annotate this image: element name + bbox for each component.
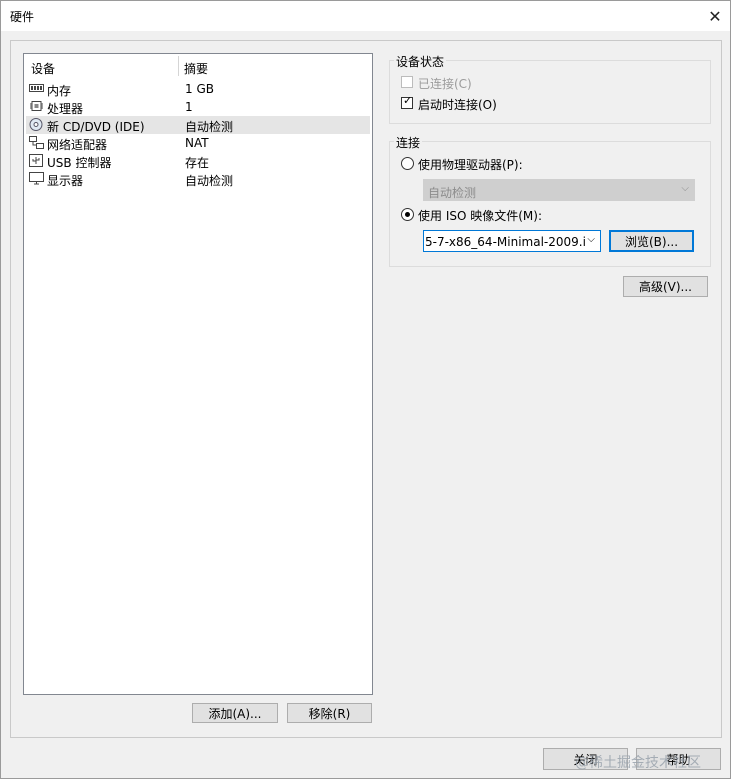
device-summary: 自动检测 [185, 174, 234, 188]
device-name: 新 CD/DVD (IDE) [47, 120, 145, 134]
device-row-display[interactable]: 显示器 自动检测 [26, 170, 370, 188]
display-icon [29, 172, 44, 185]
device-row-cd-dvd[interactable]: 新 CD/DVD (IDE) 自动检测 [26, 116, 370, 134]
cd-dvd-icon [29, 118, 43, 131]
memory-icon [29, 84, 44, 92]
title-bar: 硬件 ✕ [1, 1, 730, 31]
browse-button[interactable]: 浏览(B)... [609, 230, 694, 252]
device-summary: 自动检测 [185, 120, 234, 134]
column-header-summary[interactable]: 摘要 [184, 60, 208, 77]
physical-drive-label: 使用物理驱动器(P): [418, 158, 523, 172]
connect-at-power-on-label: 启动时连接(O) [418, 98, 497, 112]
device-name: USB 控制器 [47, 156, 112, 170]
iso-image-radio[interactable] [401, 208, 414, 221]
chevron-down-icon[interactable]: ⌵ [587, 234, 595, 245]
connected-checkbox[interactable] [401, 76, 413, 88]
add-device-button[interactable]: 添加(A)... [192, 703, 278, 723]
device-row-usb-controller[interactable]: USB 控制器 存在 [26, 152, 370, 170]
advanced-button[interactable]: 高级(V)... [623, 276, 708, 297]
device-row-processor[interactable]: 处理器 1 [26, 98, 370, 116]
connection-label: 连接 [394, 134, 423, 151]
column-divider[interactable] [178, 56, 179, 76]
list-header: 设备 摘要 [24, 54, 372, 76]
remove-device-button[interactable]: 移除(R) [287, 703, 372, 723]
check-icon: ✓ [403, 94, 413, 107]
device-name: 网络适配器 [47, 138, 108, 152]
device-name: 显示器 [47, 174, 84, 188]
device-summary: 存在 [185, 156, 210, 170]
physical-drive-value: 自动检测 [428, 186, 477, 200]
connected-label: 已连接(C) [418, 77, 472, 91]
window-title: 硬件 [10, 10, 35, 24]
connect-at-power-on-checkbox[interactable]: ✓ [401, 94, 413, 109]
chevron-down-icon: ⌵ [681, 183, 689, 194]
physical-drive-radio[interactable] [401, 157, 414, 170]
watermark-text: @稀土掘金技术社区 [575, 755, 701, 771]
device-status-label: 设备状态 [394, 53, 447, 70]
iso-path-value[interactable]: 5-7-x86_64-Minimal-2009.iso [425, 235, 585, 249]
radio-selected-dot [405, 212, 410, 217]
device-summary: 1 GB [185, 82, 214, 96]
column-header-device[interactable]: 设备 [31, 60, 55, 77]
close-icon[interactable]: ✕ [704, 5, 726, 27]
network-adapter-icon [29, 136, 44, 149]
device-summary: 1 [185, 100, 193, 114]
device-name: 内存 [47, 84, 72, 98]
processor-icon [30, 101, 43, 111]
device-name: 处理器 [47, 102, 84, 116]
device-row-memory[interactable]: 内存 1 GB [26, 80, 370, 98]
device-row-network-adapter[interactable]: 网络适配器 NAT [26, 134, 370, 152]
iso-path-combo[interactable]: 5-7-x86_64-Minimal-2009.iso ⌵ [423, 230, 601, 252]
iso-image-label: 使用 ISO 映像文件(M): [418, 209, 542, 223]
device-list[interactable]: 设备 摘要 内存 1 GB 处理器 1 新 CD/DVD (IDE) 自动检测 [23, 53, 373, 695]
device-summary: NAT [185, 136, 209, 150]
usb-controller-icon [29, 154, 43, 167]
physical-drive-select[interactable]: 自动检测 ⌵ [423, 179, 695, 201]
